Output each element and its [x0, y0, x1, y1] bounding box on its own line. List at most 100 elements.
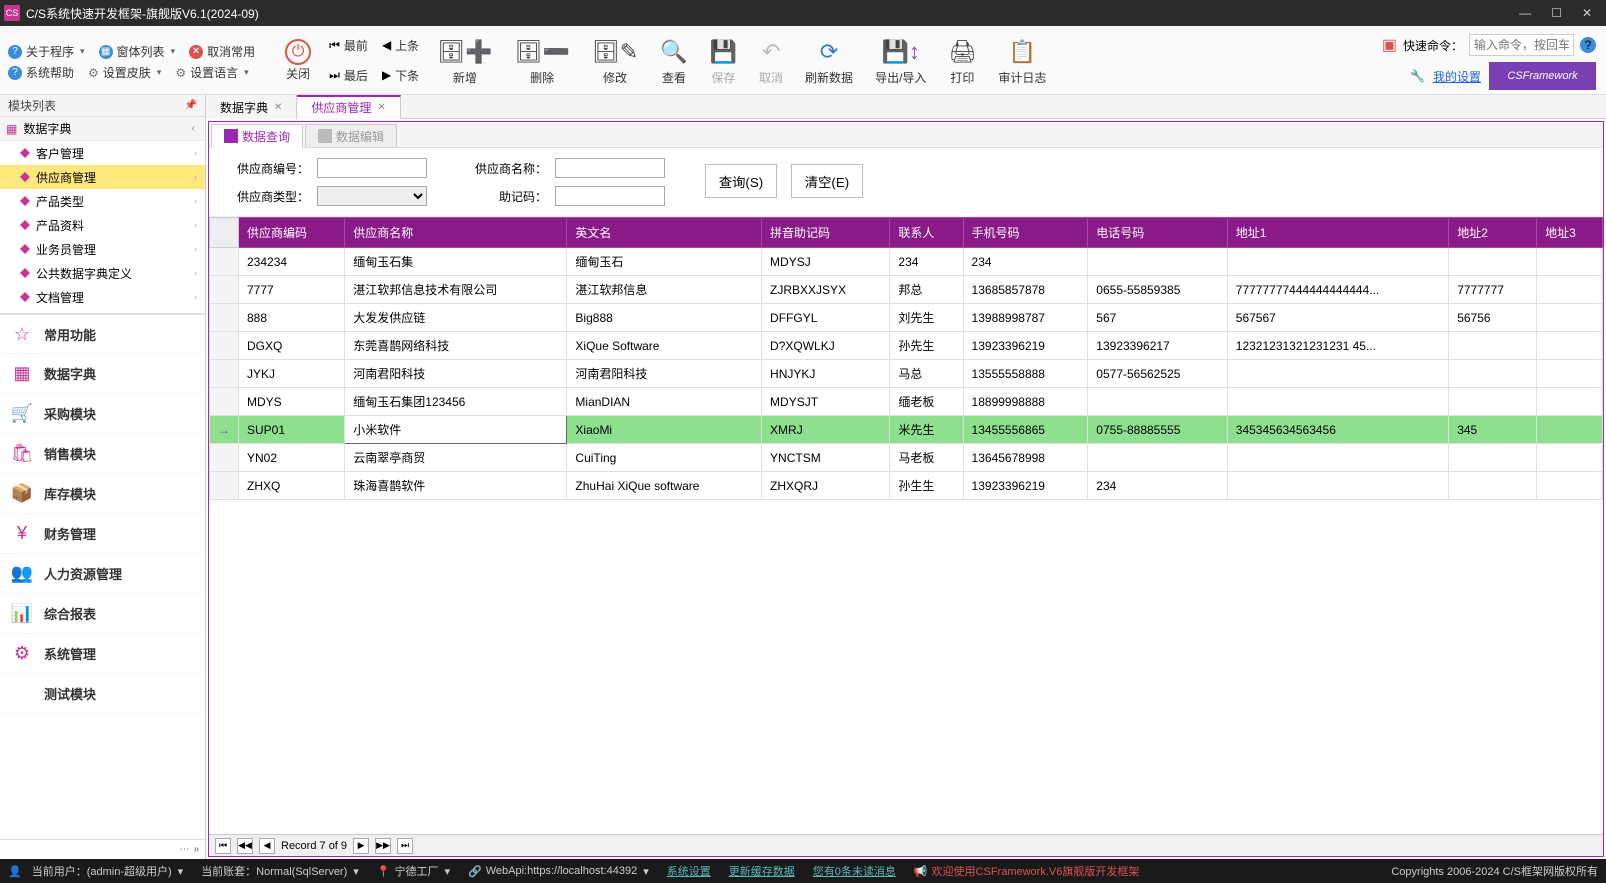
cell[interactable]: 13923396219 — [963, 472, 1088, 500]
column-header[interactable]: 地址2 — [1449, 218, 1537, 248]
data-grid[interactable]: 供应商编码供应商名称英文名拼音助记码联系人手机号码电话号码地址1地址2地址323… — [209, 217, 1603, 834]
table-row[interactable]: YN02云南翠亭商贸CuiTingYNCTSM马老板13645678998 — [210, 444, 1603, 472]
close-tab-icon[interactable]: ✕ — [377, 102, 385, 113]
cell[interactable]: XiQue Software — [567, 332, 762, 360]
cell[interactable]: 13645678998 — [963, 444, 1088, 472]
cell[interactable]: SUP01 — [239, 416, 345, 444]
cell[interactable]: DGXQ — [239, 332, 345, 360]
mnemonic-input[interactable] — [555, 186, 665, 206]
cell[interactable]: 缅甸玉石 — [567, 248, 762, 276]
cell[interactable] — [1537, 472, 1603, 500]
sys-help-button[interactable]: ?系统帮助 — [8, 64, 74, 81]
cell[interactable]: 13988998787 — [963, 304, 1088, 332]
about-button[interactable]: ?关于程序 — [8, 43, 85, 60]
refresh-button[interactable]: ⟳刷新数据 — [795, 28, 863, 93]
my-settings-link[interactable]: 我的设置 — [1433, 68, 1481, 85]
tree-item-5[interactable]: 公共数据字典定义› — [0, 261, 205, 285]
cell[interactable] — [1227, 388, 1448, 416]
cell[interactable] — [1537, 444, 1603, 472]
module-5[interactable]: ¥财务管理 — [0, 514, 205, 554]
module-0[interactable]: ☆常用功能 — [0, 314, 205, 354]
cell[interactable] — [1537, 276, 1603, 304]
table-row[interactable]: DGXQ东莞喜鹊网络科技XiQue SoftwareD?XQWLKJ孙先生139… — [210, 332, 1603, 360]
status-user[interactable]: 当前用户：(admin-超级用户) — [24, 859, 191, 883]
cell[interactable]: 0577-56562525 — [1088, 360, 1227, 388]
module-2[interactable]: 🛒采购模块 — [0, 394, 205, 434]
cell[interactable]: 米先生 — [890, 416, 963, 444]
cell[interactable]: 0655-55859385 — [1088, 276, 1227, 304]
cell[interactable]: 13455556865 — [963, 416, 1088, 444]
cell[interactable]: 孙先生 — [890, 332, 963, 360]
cell[interactable] — [1537, 388, 1603, 416]
cell[interactable]: MDYSJ — [762, 248, 890, 276]
sup-type-select[interactable] — [317, 186, 427, 206]
cell[interactable]: XMRJ — [762, 416, 890, 444]
modify-button[interactable]: 🗄✎修改 — [582, 28, 648, 93]
table-row[interactable]: MDYS缅甸玉石集团123456MianDIANMDYSJT缅老板1889999… — [210, 388, 1603, 416]
footer-dots-icon[interactable]: ⋯ — [179, 844, 189, 855]
delete-button[interactable]: 🗄➖删除 — [505, 28, 580, 93]
cell[interactable]: 345345634563456 — [1227, 416, 1448, 444]
add-button[interactable]: 🗄➕新增 — [427, 28, 502, 93]
tree-item-3[interactable]: 产品资料› — [0, 213, 205, 237]
column-header[interactable]: 供应商名称 — [345, 218, 567, 248]
cell[interactable]: XiaoMi — [567, 416, 762, 444]
cell[interactable]: JYKJ — [239, 360, 345, 388]
cell[interactable] — [1537, 332, 1603, 360]
cell[interactable]: 12321231321231231 45... — [1227, 332, 1448, 360]
cell[interactable] — [1088, 388, 1227, 416]
column-header[interactable]: 拼音助记码 — [762, 218, 890, 248]
close-button[interactable]: ⏻关闭 — [275, 28, 321, 93]
cancel-common-button[interactable]: ✕取消常用 — [189, 43, 255, 60]
column-header[interactable]: 地址3 — [1537, 218, 1603, 248]
cell[interactable]: 马老板 — [890, 444, 963, 472]
table-row[interactable]: 7777湛江软邦信息技术有限公司湛江软邦信息ZJRBXXJSYX邦总136858… — [210, 276, 1603, 304]
cell[interactable]: 234 — [890, 248, 963, 276]
cell[interactable] — [1088, 248, 1227, 276]
table-row[interactable]: 888大发发供应链Big888DFFGYL刘先生1398899878756756… — [210, 304, 1603, 332]
cell[interactable] — [1537, 304, 1603, 332]
cell[interactable]: 567567 — [1227, 304, 1448, 332]
nav-next-button[interactable]: ▶ — [353, 838, 369, 854]
window-list-button[interactable]: ▦窗体列表 — [99, 43, 176, 60]
cell[interactable]: 河南君阳科技 — [345, 360, 567, 388]
nav-next-page-button[interactable]: ▶▶ — [375, 838, 391, 854]
cell[interactable]: ZJRBXXJSYX — [762, 276, 890, 304]
search-button[interactable]: 查询(S) — [705, 164, 777, 198]
column-header[interactable]: 英文名 — [567, 218, 762, 248]
column-header[interactable]: 电话号码 — [1088, 218, 1227, 248]
audit-log-button[interactable]: 📋审计日志 — [988, 28, 1056, 93]
collapse-icon[interactable]: ‹ — [192, 123, 195, 134]
nav-prev-page-button[interactable]: ◀◀ — [237, 838, 253, 854]
cell[interactable] — [1227, 248, 1448, 276]
cell[interactable]: CuiTing — [567, 444, 762, 472]
print-button[interactable]: 🖨打印 — [938, 28, 986, 93]
sup-name-input[interactable] — [555, 158, 665, 178]
first-record-button[interactable]: ⏮最前 — [323, 30, 374, 60]
cell[interactable]: DFFGYL — [762, 304, 890, 332]
cell[interactable]: 小米软件 — [345, 416, 567, 444]
subtab-edit[interactable]: 数据编辑 — [305, 124, 397, 147]
cell[interactable]: YN02 — [239, 444, 345, 472]
cell[interactable]: 888 — [239, 304, 345, 332]
cell[interactable]: 缅老板 — [890, 388, 963, 416]
tree-item-1[interactable]: 供应商管理› — [0, 165, 205, 189]
last-record-button[interactable]: ⏭最后 — [323, 60, 374, 90]
status-account[interactable]: 当前账套：Normal(SqlServer) — [193, 859, 367, 883]
cell[interactable] — [1449, 248, 1537, 276]
cell[interactable]: 7777 — [239, 276, 345, 304]
cell[interactable]: 云南翠亭商贸 — [345, 444, 567, 472]
cell[interactable] — [1227, 444, 1448, 472]
table-row[interactable]: JYKJ河南君阳科技河南君阳科技HNJYKJ马总135555588880577-… — [210, 360, 1603, 388]
pin-icon[interactable]: 📌 — [185, 100, 197, 111]
cell[interactable]: 邦总 — [890, 276, 963, 304]
cell[interactable] — [1449, 472, 1537, 500]
module-7[interactable]: 📊综合报表 — [0, 594, 205, 634]
cell[interactable]: 孙生生 — [890, 472, 963, 500]
cell[interactable]: HNJYKJ — [762, 360, 890, 388]
cell[interactable] — [1449, 360, 1537, 388]
status-sys-settings[interactable]: 系统设置 — [659, 859, 719, 883]
cell[interactable]: 东莞喜鹊网络科技 — [345, 332, 567, 360]
status-unread[interactable]: 您有0条未读消息 — [805, 859, 904, 883]
status-webapi[interactable]: 🔗WebApi:https://localhost:44392 — [460, 859, 657, 883]
